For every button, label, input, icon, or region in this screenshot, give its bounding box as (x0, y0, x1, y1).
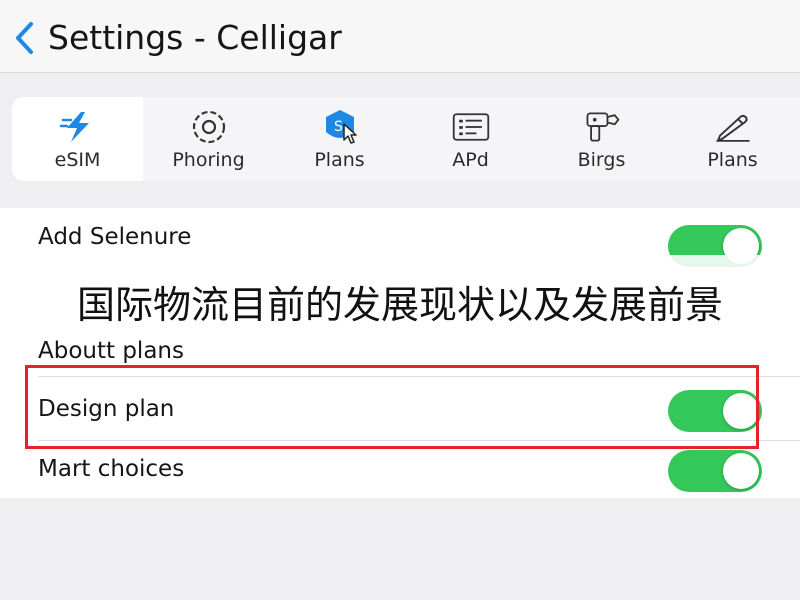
tab-plans[interactable]: S Plans (274, 97, 405, 181)
tab-bar: eSIM Phoring S Plans APd Birgs Plans (12, 97, 800, 181)
bolt-icon (58, 109, 98, 145)
tab-label: Birgs (577, 149, 626, 171)
chevron-left-icon (16, 22, 33, 54)
tab-label: APd (452, 149, 489, 171)
tab-label: eSIM (54, 149, 101, 171)
overlay-caption: 国际物流目前的发展现状以及发展前景 (76, 283, 723, 327)
settings-screen: Settings - Celligar eSIM Phoring S Plans… (0, 0, 800, 600)
list-document-icon (451, 109, 491, 145)
svg-text:S: S (334, 119, 343, 135)
tab-birgs[interactable]: Birgs (536, 97, 667, 181)
setting-label: Design plan (38, 396, 175, 422)
setting-row-mart-choices: Mart choices (0, 448, 800, 504)
toggle-knob (723, 453, 759, 489)
setting-row-design-plan: Design plan (0, 384, 800, 440)
device-tool-icon (582, 109, 622, 145)
tab-esim[interactable]: eSIM (12, 97, 143, 181)
setting-label: Add Selenure (38, 224, 192, 250)
tab-label: Plans (314, 149, 365, 171)
pencil-icon (713, 109, 753, 145)
page-title: Settings - Celligar (48, 18, 342, 57)
mart-choices-toggle[interactable] (668, 450, 762, 492)
row-divider (38, 376, 800, 377)
ring-icon (189, 109, 229, 145)
tab-apd[interactable]: APd (405, 97, 536, 181)
navigation-header: Settings - Celligar (0, 0, 800, 73)
tab-phoring[interactable]: Phoring (143, 97, 274, 181)
setting-row-about-plans[interactable]: Aboutt plans (0, 332, 800, 388)
settings-group: Add Selenure Aboutt plans Design plan Ma… (0, 208, 800, 498)
tab-label: Phoring (172, 149, 245, 171)
setting-label: Aboutt plans (38, 338, 184, 364)
design-plan-toggle[interactable] (668, 390, 762, 432)
toggle-knob (723, 393, 759, 429)
tab-label: Plans (707, 149, 758, 171)
setting-label: Mart choices (38, 456, 185, 482)
shield-pointer-icon: S (320, 109, 360, 145)
row-divider (38, 440, 800, 441)
back-button[interactable] (8, 18, 40, 58)
tab-plans-2[interactable]: Plans (667, 97, 798, 181)
